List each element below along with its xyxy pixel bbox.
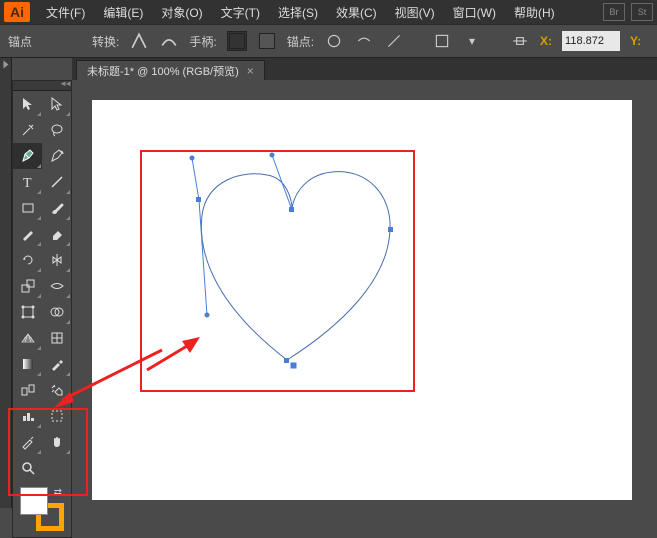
eraser-tool[interactable] xyxy=(42,221,71,247)
column-graph-tool[interactable] xyxy=(13,403,42,429)
menu-bar: Ai 文件(F) 编辑(E) 对象(O) 文字(T) 选择(S) 效果(C) 视… xyxy=(0,0,657,24)
stock-icon[interactable]: St xyxy=(631,3,653,21)
width-tool[interactable] xyxy=(42,273,71,299)
bridge-icon[interactable]: Br xyxy=(603,3,625,21)
canvas-area[interactable] xyxy=(72,80,657,508)
left-dock xyxy=(0,58,12,508)
document-tab[interactable]: 未标题-1* @ 100% (RGB/预览) × xyxy=(76,60,265,80)
svg-text:T: T xyxy=(23,176,32,190)
convert-smooth-icon[interactable] xyxy=(159,31,179,51)
line-tool[interactable] xyxy=(42,169,71,195)
handle-label: 手柄: xyxy=(189,33,216,50)
menu-object[interactable]: 对象(O) xyxy=(153,1,210,24)
direct-selection-tool[interactable] xyxy=(42,91,71,117)
cut-path-icon[interactable] xyxy=(354,31,374,51)
handle-show-icon[interactable] xyxy=(227,31,247,51)
magic-wand-tool[interactable] xyxy=(13,117,42,143)
heart-path[interactable] xyxy=(92,100,632,500)
menu-select[interactable]: 选择(S) xyxy=(270,1,326,24)
tab-title: 未标题-1* @ 100% (RGB/预览) xyxy=(87,63,239,79)
menu-type[interactable]: 文字(T) xyxy=(213,1,268,24)
app-logo: Ai xyxy=(4,2,30,22)
type-tool[interactable]: T xyxy=(13,169,42,195)
menu-help[interactable]: 帮助(H) xyxy=(506,1,563,24)
tools-panel: T xyxy=(12,80,72,538)
swap-colors-icon[interactable]: ⇄ xyxy=(54,487,62,498)
handle-hide-icon[interactable] xyxy=(257,31,277,51)
eyedropper-tool[interactable] xyxy=(42,351,71,377)
print-tiling-tool[interactable] xyxy=(42,455,71,481)
perspective-grid-tool[interactable] xyxy=(13,325,42,351)
anchor-point-label: 锚点 xyxy=(8,33,32,50)
free-transform-tool[interactable] xyxy=(13,299,42,325)
align-icon[interactable] xyxy=(432,31,452,51)
reflect-tool[interactable] xyxy=(42,247,71,273)
menu-view[interactable]: 视图(V) xyxy=(387,1,443,24)
menu-window[interactable]: 窗口(W) xyxy=(445,1,504,24)
gradient-tool[interactable] xyxy=(13,351,42,377)
convert-corner-icon[interactable] xyxy=(129,31,149,51)
anchors-label: 锚点: xyxy=(287,33,314,50)
scale-tool[interactable] xyxy=(13,273,42,299)
convert-label: 转换: xyxy=(92,33,119,50)
x-label: X: xyxy=(540,34,552,48)
remove-anchor-icon[interactable] xyxy=(324,31,344,51)
symbol-sprayer-tool[interactable] xyxy=(42,377,71,403)
color-controls: ⇄ xyxy=(13,481,71,537)
curvature-tool[interactable] xyxy=(42,143,71,169)
menu-file[interactable]: 文件(F) xyxy=(38,1,93,24)
blend-tool[interactable] xyxy=(13,377,42,403)
y-label: Y: xyxy=(630,34,641,48)
menu-edit[interactable]: 编辑(E) xyxy=(95,1,151,24)
rotate-tool[interactable] xyxy=(13,247,42,273)
control-bar: 锚点 转换: 手柄: 锚点: ▾ X: 118.872 Y: xyxy=(0,24,657,58)
artboard-tool[interactable] xyxy=(42,403,71,429)
connect-anchor-icon[interactable] xyxy=(384,31,404,51)
selection-tool[interactable] xyxy=(13,91,42,117)
mesh-tool[interactable] xyxy=(42,325,71,351)
fill-swatch[interactable] xyxy=(20,487,48,515)
align-edge-icon[interactable] xyxy=(510,31,530,51)
tools-header[interactable] xyxy=(13,81,71,91)
tab-close-icon[interactable]: × xyxy=(247,64,254,78)
shape-builder-tool[interactable] xyxy=(42,299,71,325)
menu-effect[interactable]: 效果(C) xyxy=(328,1,385,24)
zoom-tool[interactable] xyxy=(13,455,42,481)
artboard[interactable] xyxy=(92,100,632,500)
pen-tool[interactable] xyxy=(13,143,42,169)
slice-tool[interactable] xyxy=(13,429,42,455)
isolate-icon[interactable]: ▾ xyxy=(462,31,482,51)
hand-tool[interactable] xyxy=(42,429,71,455)
lasso-tool[interactable] xyxy=(42,117,71,143)
pencil-tool[interactable] xyxy=(13,221,42,247)
x-value-input[interactable]: 118.872 xyxy=(562,31,620,51)
paintbrush-tool[interactable] xyxy=(42,195,71,221)
rectangle-tool[interactable] xyxy=(13,195,42,221)
document-tabs: 未标题-1* @ 100% (RGB/预览) × xyxy=(72,58,657,80)
